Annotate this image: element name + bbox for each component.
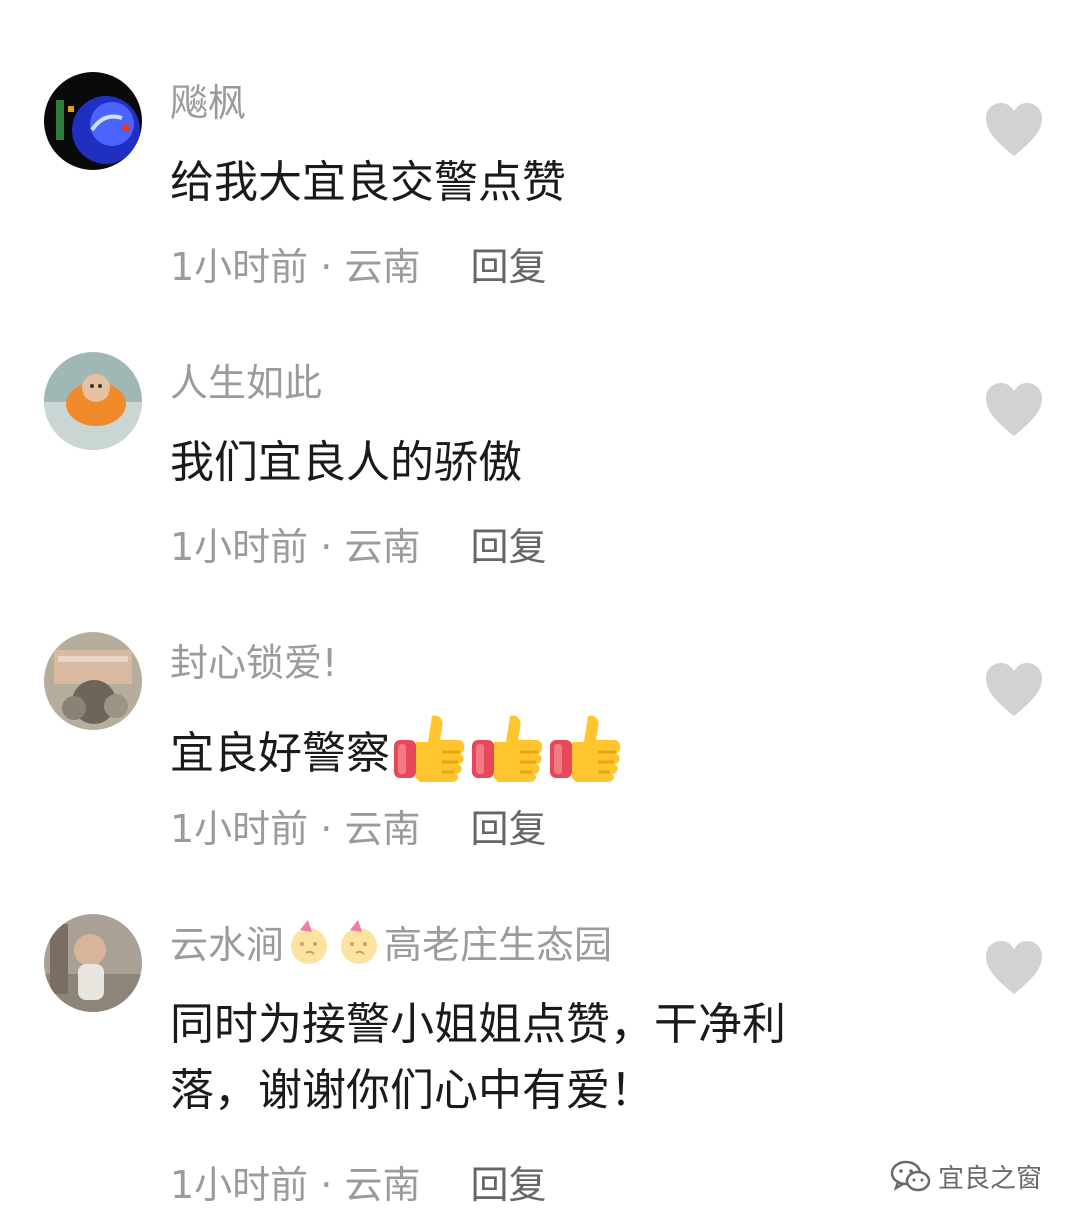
username-suffix: 高老庄生态园 [384,923,613,967]
comment-time: 1小时前 [170,807,309,851]
heart-icon[interactable] [984,662,1044,718]
thumbs-up-emoji [472,715,543,782]
comment-location: 云南 [344,525,421,569]
comment-time: 1小时前 [170,245,309,289]
meta-separator: · [308,1163,345,1207]
comment-text: 同时为接警小姐姐点赞，干净利 落，谢谢你们心中有爱！ [170,994,786,1122]
heart-icon[interactable] [984,102,1044,158]
avatar[interactable] [44,72,142,170]
reply-button[interactable]: 回复 [470,525,546,569]
comment-text: 我们宜良人的骄傲 [170,437,522,488]
wechat-icon [890,1160,931,1191]
username[interactable]: 飚枫 [170,78,246,128]
reply-button[interactable]: 回复 [470,245,546,289]
comment-meta: 1小时前 · 云南 回复 [170,804,546,854]
username[interactable]: 人生如此 [170,358,322,408]
comment-location: 云南 [344,245,421,289]
watermark: 宜良之窗 [890,1158,1042,1195]
comment-location: 云南 [344,1163,421,1207]
comment-text: 宜良好警察 [170,712,624,785]
heart-icon[interactable] [984,940,1044,996]
comment-location: 云南 [344,807,421,851]
avatar[interactable] [44,632,142,730]
comment-meta: 1小时前 · 云南 回复 [170,1160,546,1210]
reply-button[interactable]: 回复 [470,1163,546,1207]
comment-text-line: 同时为接警小姐姐点赞，干净利 [170,999,786,1050]
avatar[interactable] [44,352,142,450]
comment-time: 1小时前 [170,1163,309,1207]
comment-meta: 1小时前 · 云南 回复 [170,522,546,572]
username[interactable]: 封心锁爱! [170,638,337,688]
username[interactable]: 云水涧 高老庄生态园 [170,920,612,970]
comment-time: 1小时前 [170,525,309,569]
meta-separator: · [308,807,345,851]
comment-text: 给我大宜良交警点赞 [170,157,566,208]
meta-separator: · [308,525,345,569]
username-prefix: 云水涧 [170,923,285,967]
party-face-emoji [341,920,378,964]
party-face-emoji [291,920,328,964]
comment-meta: 1小时前 · 云南 回复 [170,242,546,292]
meta-separator: · [308,245,345,289]
comment-text-body: 宜良好警察 [170,728,390,779]
reply-button[interactable]: 回复 [470,807,546,851]
heart-icon[interactable] [984,382,1044,438]
watermark-text: 宜良之窗 [938,1164,1043,1194]
comment-text-line: 落，谢谢你们心中有爱！ [170,1065,654,1116]
thumbs-up-emoji [394,715,465,782]
avatar[interactable] [44,914,142,1012]
thumbs-up-emoji [550,715,621,782]
